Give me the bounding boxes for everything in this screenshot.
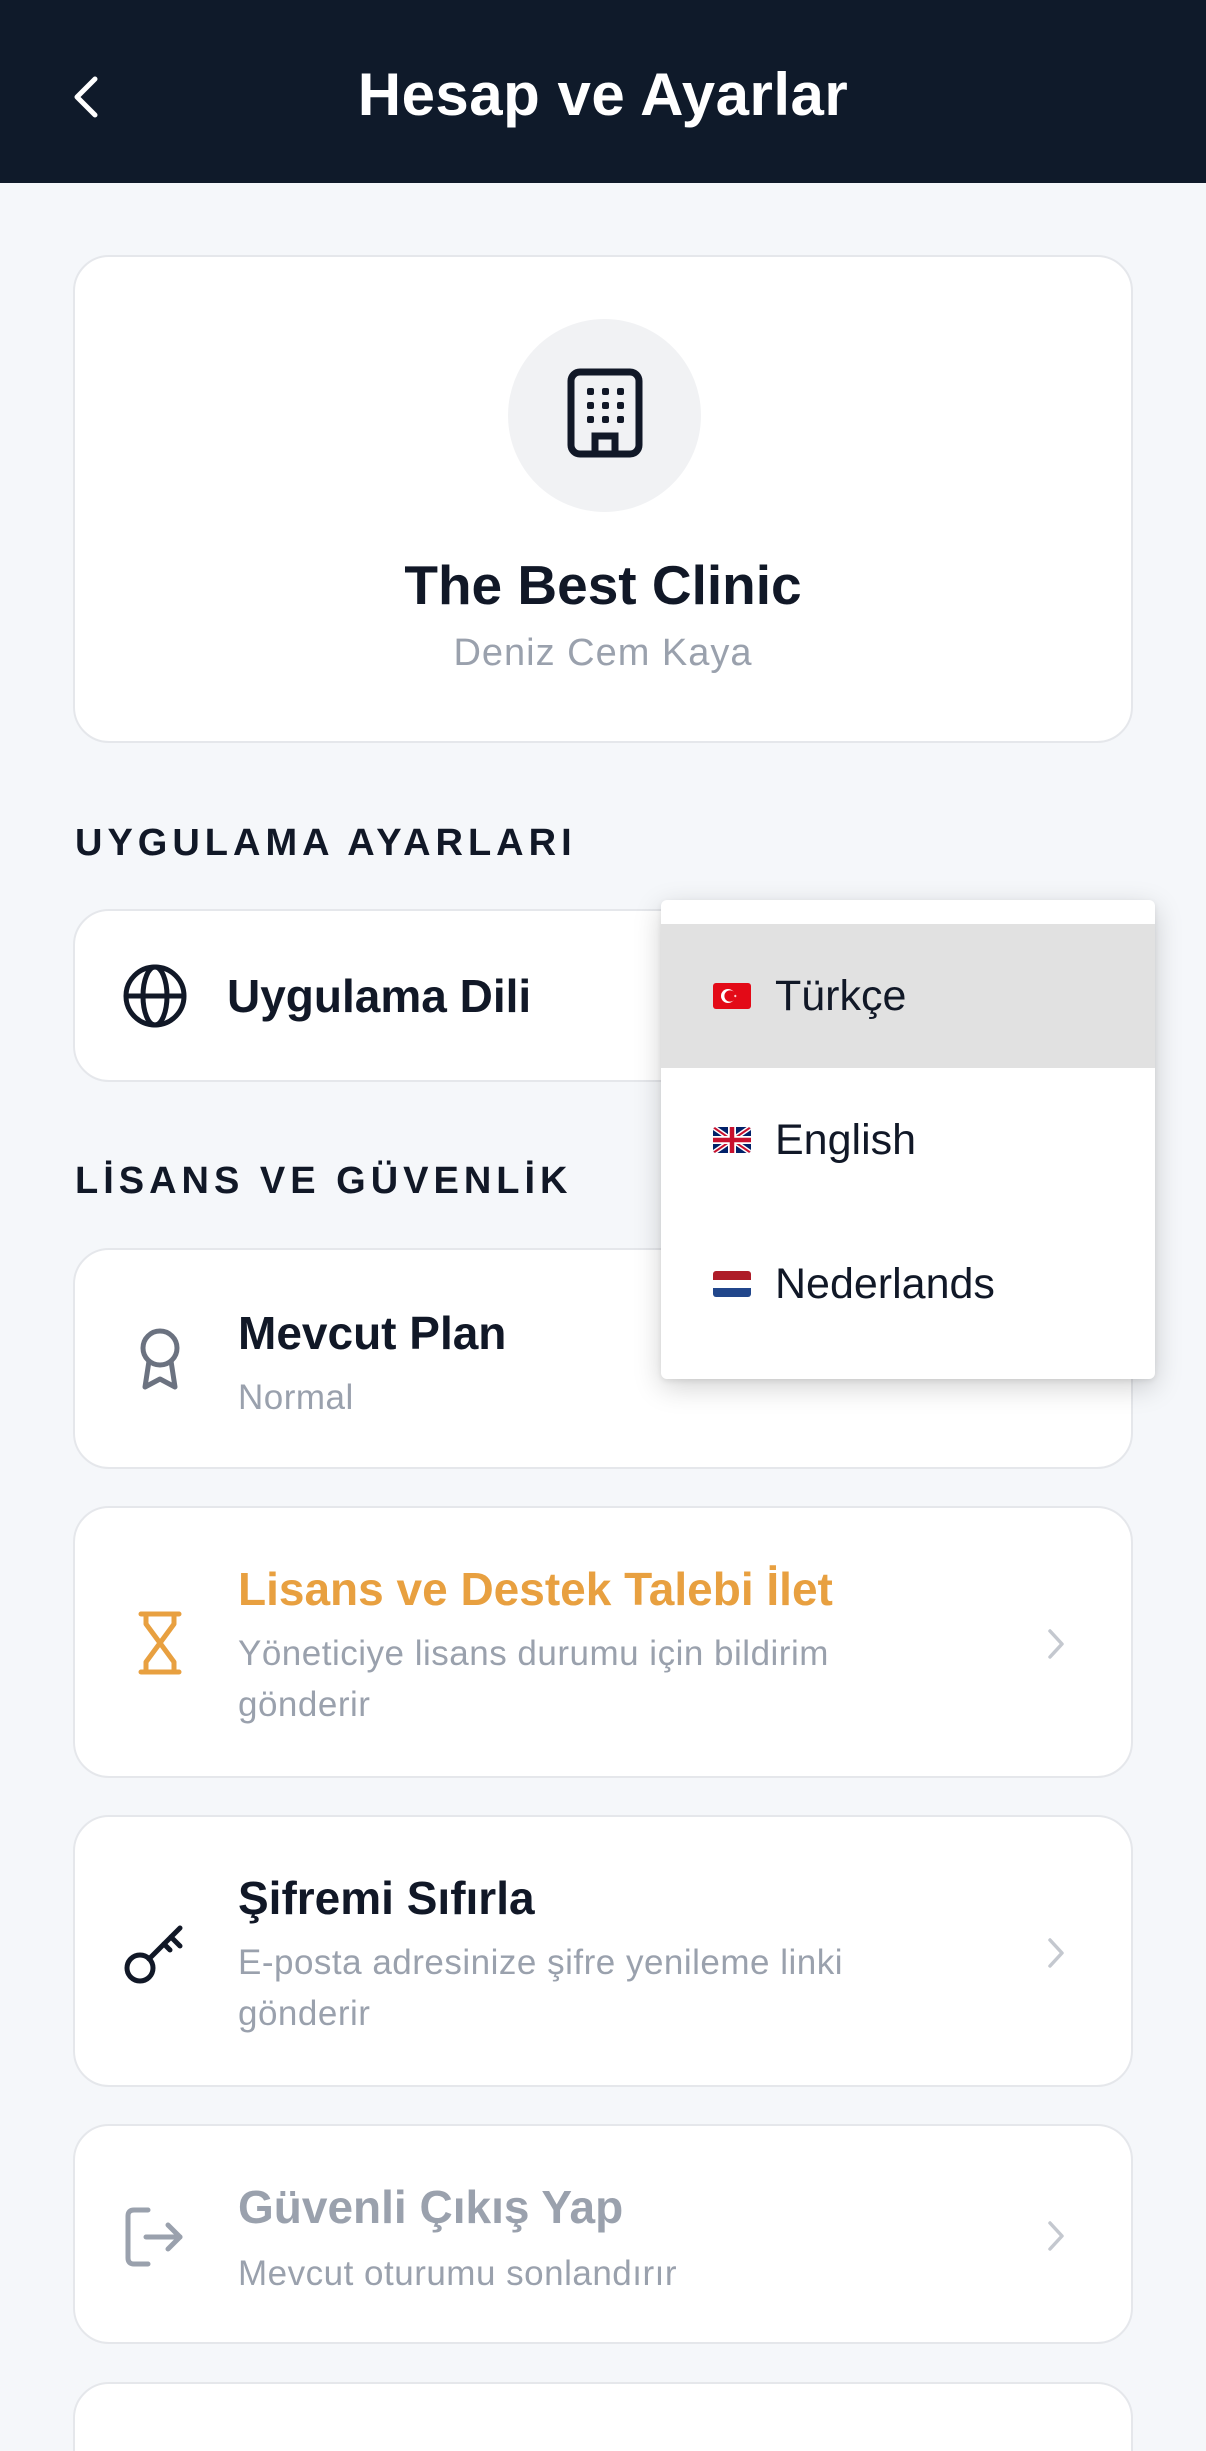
app-language-label: Uygulama Dili <box>227 970 532 1022</box>
building-icon <box>565 368 645 463</box>
chevron-right-icon <box>1041 1624 1071 1664</box>
section-title-license-security: LİSANS VE GÜVENLİK <box>75 1160 573 1202</box>
app-header: Hesap ve Ayarlar <box>0 0 1206 183</box>
logout-icon <box>120 2202 190 2272</box>
next-card-partial[interactable] <box>73 2382 1133 2451</box>
globe-icon <box>120 961 190 1031</box>
award-icon <box>125 1324 195 1394</box>
plan-value: Normal <box>238 1378 354 1417</box>
profile-card: The Best Clinic Deniz Cem Kaya <box>73 255 1133 743</box>
reset-password-subtitle: E-posta adresinize şifre yenileme linki … <box>238 1943 844 2033</box>
chevron-right-icon <box>1041 1933 1071 1973</box>
language-option-english[interactable]: English <box>661 1068 1155 1212</box>
turkey-flag-icon <box>713 983 751 1009</box>
language-option-turkish[interactable]: Türkçe <box>661 924 1155 1068</box>
logout-card[interactable]: Güvenli Çıkış Yap Mevcut oturumu sonland… <box>73 2124 1133 2344</box>
plan-title: Mevcut Plan <box>238 1307 507 1359</box>
license-request-subtitle: Yöneticiye lisans durumu için bildirim g… <box>238 1634 829 1724</box>
avatar <box>508 319 701 512</box>
language-dropdown-menu: Türkçe English Nederlands <box>661 900 1155 1379</box>
license-request-card[interactable]: Lisans ve Destek Talebi İlet Yöneticiye … <box>73 1506 1133 1778</box>
license-request-title: Lisans ve Destek Talebi İlet <box>238 1563 833 1615</box>
key-icon <box>120 1918 190 1988</box>
language-option-label: Türkçe <box>775 971 907 1020</box>
logout-subtitle: Mevcut oturumu sonlandırır <box>238 2254 678 2293</box>
language-option-label: English <box>775 1115 917 1164</box>
clinic-name: The Best Clinic <box>404 554 802 616</box>
chevron-right-icon <box>1041 2216 1071 2256</box>
reset-password-title: Şifremi Sıfırla <box>238 1872 535 1924</box>
hourglass-icon <box>125 1608 195 1678</box>
logout-title: Güvenli Çıkış Yap <box>238 2181 624 2233</box>
user-name: Deniz Cem Kaya <box>453 632 753 674</box>
language-option-label: Nederlands <box>775 1259 995 1308</box>
language-option-dutch[interactable]: Nederlands <box>661 1212 1155 1356</box>
netherlands-flag-icon <box>713 1271 751 1297</box>
uk-flag-icon <box>713 1127 751 1153</box>
section-title-app-settings: UYGULAMA AYARLARI <box>75 822 577 864</box>
reset-password-card[interactable]: Şifremi Sıfırla E-posta adresinize şifre… <box>73 1815 1133 2087</box>
page-title: Hesap ve Ayarlar <box>357 61 849 128</box>
